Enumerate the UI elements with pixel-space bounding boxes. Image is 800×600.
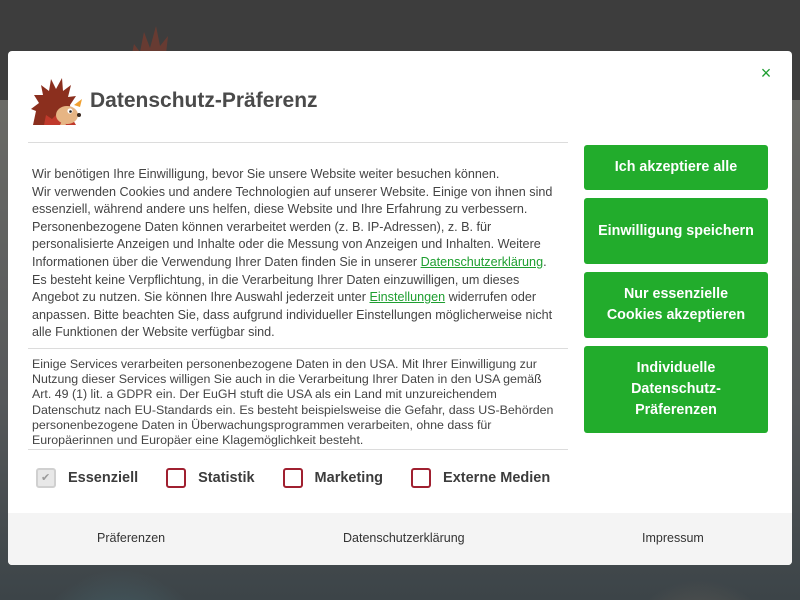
intro-first-line: Wir benötigen Ihre Einwilligung, bevor S…: [32, 167, 500, 181]
consent-buttons: Ich akzeptiere alle Einwilligung speiche…: [584, 145, 768, 441]
checkbox-essenziell: Essenziell: [36, 468, 138, 488]
checkbox-label: Essenziell: [68, 470, 139, 486]
footer-imprint-link[interactable]: Impressum: [642, 531, 704, 545]
divider: [28, 449, 568, 450]
checkbox-box[interactable]: [411, 468, 432, 488]
privacy-dialog: × Datenschutz-Präferenz Wir benötigen Ih…: [8, 51, 792, 565]
dialog-title: Datenschutz-Präferenz: [90, 89, 318, 112]
divider: [28, 348, 568, 349]
dialog-footer: Präferenzen Datenschutzerklärung Impress…: [8, 513, 792, 565]
close-icon[interactable]: ×: [758, 64, 774, 82]
accept-essential-button[interactable]: Nur essenzielle Cookies akzeptieren: [584, 272, 768, 338]
save-consent-button[interactable]: Einwilligung speichern: [584, 198, 768, 264]
checkbox-externe-medien[interactable]: Externe Medien: [411, 468, 550, 488]
consent-intro-text: Wir benötigen Ihre Einwilligung, bevor S…: [32, 166, 562, 342]
individual-preferences-button[interactable]: Individuelle Datenschutz-Präferenzen: [584, 346, 768, 433]
footer-preferences-link[interactable]: Präferenzen: [97, 531, 165, 545]
checkbox-marketing[interactable]: Marketing: [282, 468, 384, 488]
dialog-header: Datenschutz-Präferenz: [28, 73, 568, 143]
privacy-policy-link[interactable]: Datenschutzerklärung: [421, 255, 544, 269]
checkbox-statistik[interactable]: Statistik: [166, 468, 255, 488]
checkbox-box[interactable]: [166, 468, 187, 488]
usa-data-notice: Einige Services verarbeiten personenbezo…: [32, 357, 554, 448]
checkmark-icon: [36, 468, 56, 488]
checkbox-label[interactable]: Externe Medien: [443, 470, 550, 486]
intro-paragraph: Wir verwenden Cookies und andere Technol…: [32, 184, 562, 342]
checkbox-label[interactable]: Statistik: [198, 470, 254, 486]
hedgehog-logo-icon: [31, 78, 82, 125]
consent-checkboxes: Essenziell Statistik Marketing Externe M…: [36, 467, 578, 489]
checkbox-box[interactable]: [282, 468, 303, 488]
checkbox-label[interactable]: Marketing: [315, 470, 384, 486]
accept-all-button[interactable]: Ich akzeptiere alle: [584, 145, 768, 190]
settings-link[interactable]: Einstellungen: [369, 290, 445, 304]
footer-privacy-link[interactable]: Datenschutzerklärung: [343, 531, 465, 545]
